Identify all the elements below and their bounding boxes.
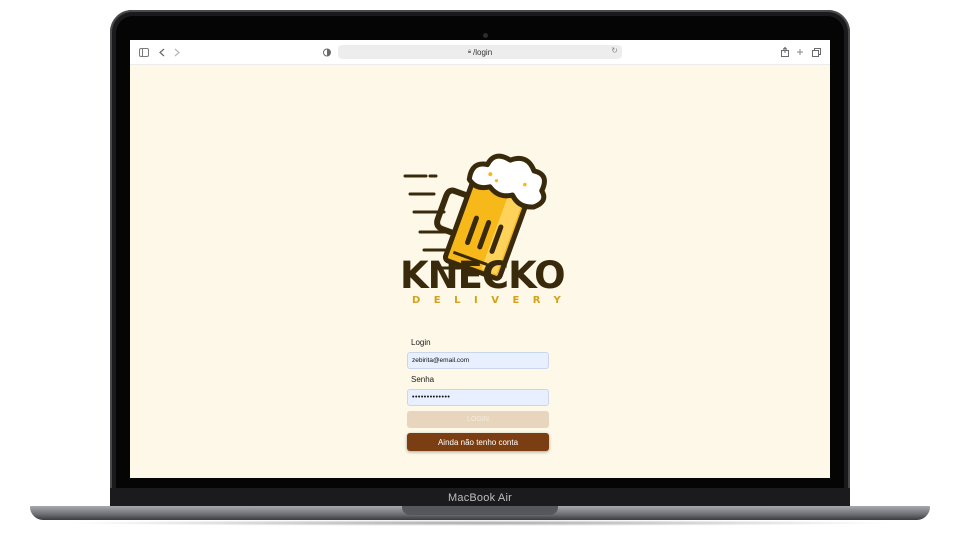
device-model-label: MacBook Air <box>448 492 512 504</box>
share-icon[interactable] <box>780 45 790 59</box>
new-tab-icon[interactable]: + <box>795 45 805 59</box>
password-label: Senha <box>411 375 435 384</box>
password-field[interactable] <box>407 389 549 406</box>
tabs-icon[interactable] <box>811 45 821 59</box>
sidebar-icon[interactable] <box>138 45 150 59</box>
forward-icon[interactable] <box>172 45 182 59</box>
browser-toolbar: 🔒︎ /login ↻ + <box>130 40 830 65</box>
brand-subtitle: DELIVERY <box>412 295 575 306</box>
login-form: Login Senha LOGIN Ainda não tenho conta <box>407 338 549 451</box>
brand-title: KNECKO <box>400 254 566 297</box>
address-bar[interactable]: 🔒︎ /login ↻ <box>338 45 622 59</box>
register-button[interactable]: Ainda não tenho conta <box>407 433 549 451</box>
login-label: Login <box>411 338 431 347</box>
login-button[interactable]: LOGIN <box>407 411 549 428</box>
email-field[interactable] <box>407 352 549 369</box>
lock-icon: 🔒︎ <box>467 48 472 55</box>
laptop-base-notch <box>402 506 558 515</box>
shield-icon[interactable] <box>322 45 332 59</box>
browser-window: 🔒︎ /login ↻ + KNECKO DELIVERY Login zebi… <box>130 40 830 478</box>
address-text: /login <box>473 47 493 57</box>
laptop-shadow <box>60 520 900 526</box>
reload-icon[interactable]: ↻ <box>611 46 618 55</box>
brand-wordmark: KNECKO DELIVERY <box>400 254 575 307</box>
back-icon[interactable] <box>157 45 167 59</box>
camera <box>483 33 488 38</box>
